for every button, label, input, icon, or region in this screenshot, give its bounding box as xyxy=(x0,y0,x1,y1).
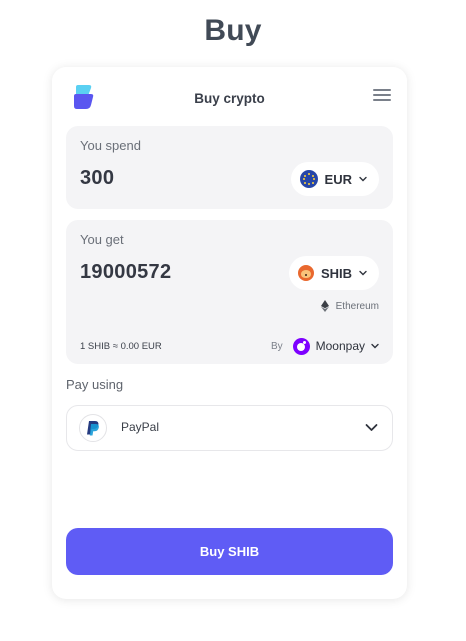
payment-method-select[interactable]: PayPal xyxy=(66,405,393,451)
provider-selector[interactable]: By Moonpay xyxy=(270,337,379,355)
payment-method-name: PayPal xyxy=(121,420,160,434)
get-currency-selector[interactable]: SHIB xyxy=(288,256,379,290)
provider-by-label: By xyxy=(270,340,283,352)
header-title: Buy crypto xyxy=(194,91,265,106)
network-badge: Ethereum xyxy=(320,300,379,312)
spend-amount-input[interactable]: 300 xyxy=(80,167,114,190)
get-currency-code: SHIB xyxy=(320,265,352,281)
receive-panel: You get 19000572 SHIB Ethereum 1 SHIB ≈ … xyxy=(66,220,393,364)
chevron-down-icon xyxy=(359,176,367,182)
shiba-inu-icon xyxy=(297,265,314,281)
provider-name: Moonpay xyxy=(315,339,365,353)
chevron-down-icon xyxy=(359,270,367,276)
get-label: You get xyxy=(80,232,124,247)
get-amount-value: 19000572 xyxy=(80,261,172,283)
paypal-icon xyxy=(79,414,107,442)
ethereum-icon xyxy=(320,300,329,312)
moonpay-icon xyxy=(292,337,310,355)
spend-currency-selector[interactable]: EUR xyxy=(290,162,379,196)
hamburger-menu-icon[interactable] xyxy=(373,89,391,103)
chevron-down-icon xyxy=(365,424,378,431)
spend-currency-code: EUR xyxy=(324,171,352,187)
chevron-down-icon xyxy=(371,343,379,349)
buy-crypto-widget: Buy crypto You spend 300 EUR You get 190… xyxy=(52,67,407,599)
widget-header: Buy crypto xyxy=(52,67,407,127)
buy-button[interactable]: Buy SHIB xyxy=(66,528,393,575)
page-title: Buy xyxy=(204,14,262,47)
spend-label: You spend xyxy=(80,138,141,153)
rate-row: 1 SHIB ≈ 0.00 EUR By Moonpay xyxy=(80,337,379,355)
pay-using-label: Pay using xyxy=(66,377,124,392)
eu-flag-icon xyxy=(299,170,318,188)
exchange-rate: 1 SHIB ≈ 0.00 EUR xyxy=(80,340,162,352)
network-name: Ethereum xyxy=(335,300,379,312)
spend-panel: You spend 300 EUR xyxy=(66,126,393,209)
